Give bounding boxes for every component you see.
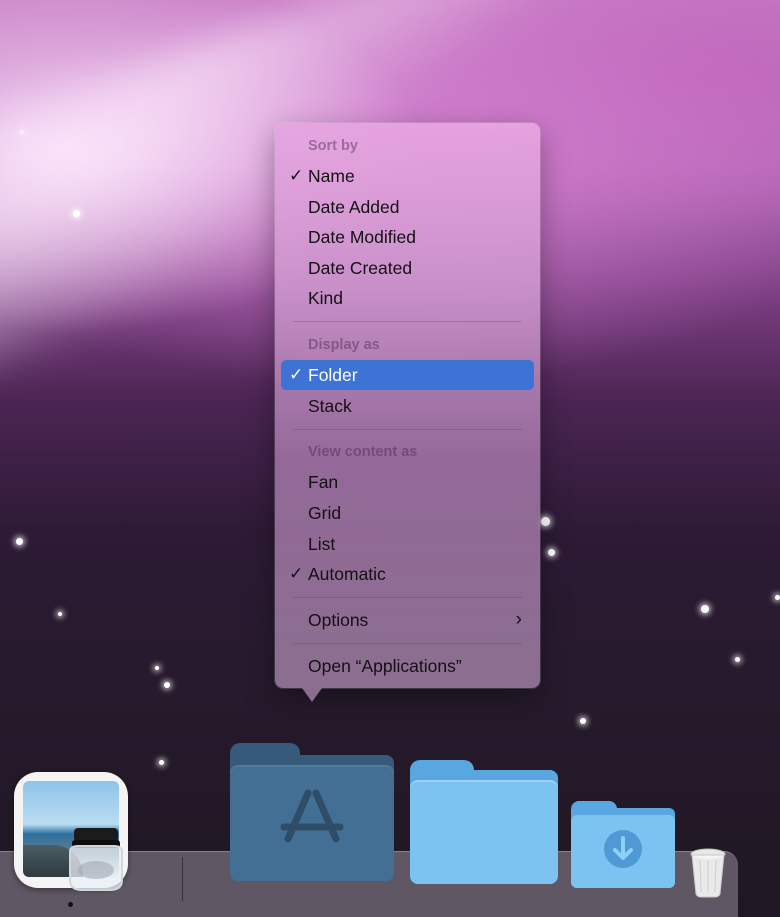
menu-separator xyxy=(293,429,522,430)
menu-item-label: Kind xyxy=(308,288,344,308)
menu-item-stack[interactable]: Stack xyxy=(281,391,534,421)
menu-item-date-modified[interactable]: Date Modified xyxy=(281,222,534,252)
menu-item-date-added[interactable]: Date Added xyxy=(281,192,534,222)
menu-separator xyxy=(293,597,522,598)
running-indicator xyxy=(68,902,73,907)
downloads-folder-icon[interactable] xyxy=(571,801,675,888)
section-header-sort-by: Sort by xyxy=(308,138,358,154)
star xyxy=(73,210,80,217)
dock-divider xyxy=(182,857,183,901)
star xyxy=(164,682,170,688)
star xyxy=(701,605,709,613)
star xyxy=(775,595,780,600)
menu-item-open-applications[interactable]: Open “Applications” xyxy=(281,651,534,681)
star xyxy=(548,549,555,556)
menu-item-list[interactable]: List xyxy=(281,529,534,559)
star xyxy=(58,612,62,616)
star xyxy=(16,538,23,545)
section-header-display-as: Display as xyxy=(308,337,380,353)
documents-folder-icon[interactable] xyxy=(410,760,558,884)
menu-item-label: Date Created xyxy=(308,258,413,278)
menu-item-options[interactable]: Options › xyxy=(281,605,534,635)
menu-item-date-created[interactable]: Date Created xyxy=(281,253,534,283)
section-header-view-content-as: View content as xyxy=(308,444,418,460)
menu-separator xyxy=(293,643,522,644)
loupe-icon xyxy=(69,828,123,891)
dock-folder-context-menu: Sort by ✓ Name Date Added Date Modified … xyxy=(275,123,540,688)
menu-item-automatic[interactable]: ✓ Automatic xyxy=(281,559,534,589)
menu-item-kind[interactable]: Kind xyxy=(281,283,534,313)
menu-item-label: Date Added xyxy=(308,197,400,217)
checkmark-icon: ✓ xyxy=(289,166,304,185)
menu-separator xyxy=(293,321,522,322)
star xyxy=(541,517,550,526)
menu-item-label: List xyxy=(308,534,336,554)
menu-item-folder[interactable]: ✓ Folder xyxy=(281,360,534,390)
menu-item-label: Date Modified xyxy=(308,227,416,247)
menu-item-label: Open “Applications” xyxy=(308,656,462,676)
menu-item-label: Options xyxy=(308,610,369,630)
star xyxy=(155,666,159,670)
menu-item-name[interactable]: ✓ Name xyxy=(281,161,534,191)
folder-front xyxy=(410,780,558,884)
star xyxy=(735,657,740,662)
star xyxy=(159,760,164,765)
menu-item-label: Name xyxy=(308,166,355,186)
checkmark-icon: ✓ xyxy=(289,564,304,583)
menu-item-label: Folder xyxy=(308,365,358,385)
chevron-right-icon: › xyxy=(515,609,522,630)
menu-item-label: Stack xyxy=(308,396,352,416)
checkmark-icon: ✓ xyxy=(289,365,304,384)
menu-item-fan[interactable]: Fan xyxy=(281,467,534,497)
trash-icon[interactable] xyxy=(688,846,728,898)
applications-folder-icon[interactable] xyxy=(230,743,394,883)
menu-item-label: Grid xyxy=(308,503,342,523)
menu-item-label: Fan xyxy=(308,472,339,492)
menu-pointer xyxy=(302,688,322,702)
menu-item-grid[interactable]: Grid xyxy=(281,498,534,528)
star xyxy=(580,718,586,724)
download-arrow-icon xyxy=(604,830,642,868)
app-store-icon xyxy=(280,789,344,843)
menu-item-label: Automatic xyxy=(308,564,386,584)
star xyxy=(20,130,24,134)
